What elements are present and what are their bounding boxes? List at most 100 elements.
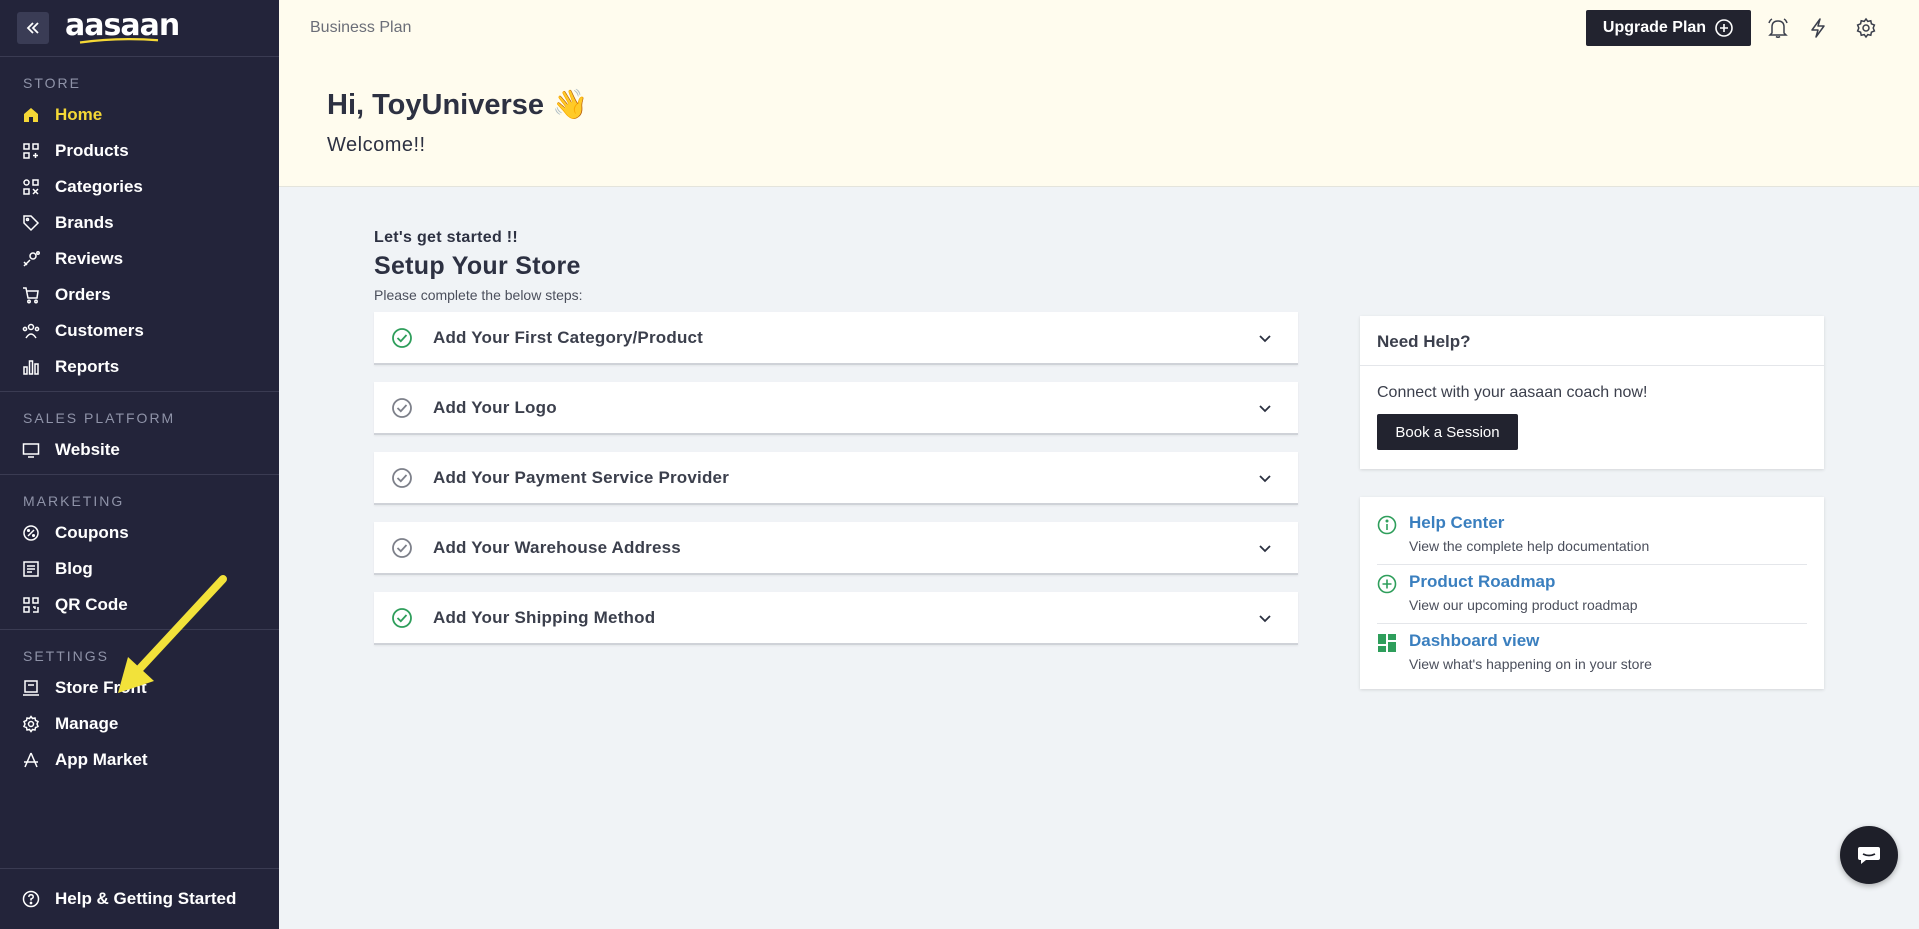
setup-step-warehouse-address[interactable]: Add Your Warehouse Address (374, 522, 1298, 575)
customers-icon (22, 323, 40, 339)
sidebar-item-reports[interactable]: Reports (0, 349, 279, 385)
chevron-down-icon[interactable] (1257, 470, 1273, 486)
app-market-icon (24, 752, 38, 768)
qr-code-icon (23, 597, 39, 613)
sidebar-item-products[interactable]: Products (0, 133, 279, 169)
sidebar: aasaan STORE Home Products Categories Br… (0, 0, 279, 929)
step-label: Add Your Warehouse Address (433, 537, 681, 557)
sidebar-item-label: Home (55, 105, 103, 124)
chevron-down-icon[interactable] (1257, 330, 1273, 346)
sidebar-item-coupons[interactable]: Coupons (0, 515, 279, 551)
link-title: Help Center (1409, 513, 1505, 532)
sidebar-section-store: STORE Home Products Categories Brands Re… (0, 57, 279, 392)
sidebar-header: aasaan (0, 0, 279, 57)
chevron-down-icon[interactable] (1257, 400, 1273, 416)
check-circle-done-icon (392, 327, 412, 348)
sidebar-item-label: Blog (55, 559, 93, 578)
help-circle-icon (22, 890, 40, 908)
plan-label: Business Plan (310, 19, 412, 36)
gear-icon (23, 715, 39, 733)
need-help-card: Need Help? Connect with your aasaan coac… (1360, 316, 1824, 469)
link-title: Dashboard view (1409, 631, 1540, 650)
check-circle-pending-icon (392, 537, 412, 558)
bar-chart-icon (23, 360, 39, 375)
section-label: SALES PLATFORM (23, 410, 176, 426)
notification-bell-icon[interactable] (1767, 17, 1789, 39)
sidebar-item-customers[interactable]: Customers (0, 313, 279, 349)
sidebar-section-sales-platform: SALES PLATFORM Website (0, 392, 279, 475)
upgrade-plan-button[interactable]: Upgrade Plan (1586, 10, 1751, 46)
check-circle-pending-icon (392, 397, 412, 418)
sidebar-item-label: Website (55, 440, 120, 459)
link-description: View our upcoming product roadmap (1409, 597, 1638, 613)
link-description: View what's happening on in your store (1409, 656, 1652, 672)
help-center-link[interactable]: Help Center View the complete help docum… (1377, 513, 1807, 565)
lightning-icon[interactable] (1807, 17, 1829, 39)
monitor-icon (22, 443, 40, 458)
brand-logo[interactable]: aasaan (65, 8, 180, 44)
sidebar-item-website[interactable]: Website (0, 432, 279, 468)
sidebar-item-categories[interactable]: Categories (0, 169, 279, 205)
sidebar-item-label: Brands (55, 213, 114, 232)
settings-gear-icon[interactable] (1855, 17, 1877, 39)
coupon-icon (23, 525, 39, 541)
link-description: View the complete help documentation (1409, 538, 1650, 554)
upgrade-plan-label: Upgrade Plan (1602, 19, 1707, 36)
chat-support-button[interactable] (1840, 826, 1898, 884)
dashboard-view-link[interactable]: Dashboard view View what's happening on … (1377, 631, 1807, 683)
setup-title: Setup Your Store (374, 252, 581, 280)
brand-name: aasaan (65, 8, 180, 43)
sidebar-item-label: Categories (55, 177, 143, 196)
sidebar-item-orders[interactable]: Orders (0, 277, 279, 313)
setup-step-category-product[interactable]: Add Your First Category/Product (374, 312, 1298, 365)
sidebar-item-help-getting-started[interactable]: Help & Getting Started (0, 868, 279, 929)
chevron-down-icon[interactable] (1257, 610, 1273, 626)
logo-swoosh (79, 38, 159, 44)
book-session-button[interactable]: Book a Session (1377, 414, 1518, 450)
chevron-down-icon[interactable] (1257, 540, 1273, 556)
sidebar-item-home[interactable]: Home (0, 97, 279, 133)
section-label: STORE (23, 75, 81, 91)
home-icon (24, 108, 38, 122)
cart-icon (23, 287, 39, 304)
setup-step-payment-provider[interactable]: Add Your Payment Service Provider (374, 452, 1298, 505)
products-icon (23, 143, 39, 159)
sidebar-item-label: Products (55, 141, 129, 160)
section-label: MARKETING (23, 493, 125, 509)
sidebar-item-label: App Market (55, 750, 148, 769)
annotation-arrow (118, 575, 227, 693)
step-label: Add Your Payment Service Provider (433, 467, 730, 487)
chat-bubble-icon (1858, 847, 1880, 864)
sidebar-item-brands[interactable]: Brands (0, 205, 279, 241)
setup-kicker: Let's get started !! (374, 229, 519, 246)
setup-steps-list: Add Your First Category/Product Add Your… (374, 312, 1298, 645)
collapse-sidebar-button[interactable] (17, 12, 49, 44)
step-label: Add Your Logo (433, 397, 557, 417)
greeting-heading: Hi, ToyUniverse 👋 (327, 89, 589, 121)
step-label: Add Your Shipping Method (433, 607, 656, 627)
check-circle-done-icon (392, 607, 412, 628)
check-circle-pending-icon (392, 467, 412, 488)
setup-step-logo[interactable]: Add Your Logo (374, 382, 1298, 435)
reviews-icon (23, 251, 40, 267)
sidebar-item-label: Coupons (55, 523, 129, 542)
need-help-title: Need Help? (1360, 316, 1824, 366)
welcome-text: Welcome!! (327, 134, 426, 156)
sidebar-item-label: Orders (55, 285, 111, 304)
sidebar-item-reviews[interactable]: Reviews (0, 241, 279, 277)
dashboard-icon (1378, 634, 1396, 652)
need-help-text: Connect with your aasaan coach now! (1377, 384, 1648, 401)
sidebar-item-app-market[interactable]: App Market (0, 742, 279, 778)
sidebar-item-label: Reviews (55, 249, 124, 268)
chevrons-left-icon (26, 22, 39, 34)
sidebar-item-manage[interactable]: Manage (0, 706, 279, 742)
setup-subtitle: Please complete the below steps: (374, 287, 583, 303)
link-title: Product Roadmap (1409, 572, 1556, 591)
sidebar-item-label: Manage (55, 714, 119, 733)
setup-step-shipping-method[interactable]: Add Your Shipping Method (374, 592, 1298, 645)
header: Business Plan Upgrade Plan Hi, ToyUniver… (279, 0, 1919, 187)
sidebar-footer-label: Help & Getting Started (55, 889, 237, 908)
categories-icon (23, 179, 39, 195)
product-roadmap-link[interactable]: Product Roadmap View our upcoming produc… (1377, 572, 1807, 624)
store-front-icon (23, 680, 39, 696)
